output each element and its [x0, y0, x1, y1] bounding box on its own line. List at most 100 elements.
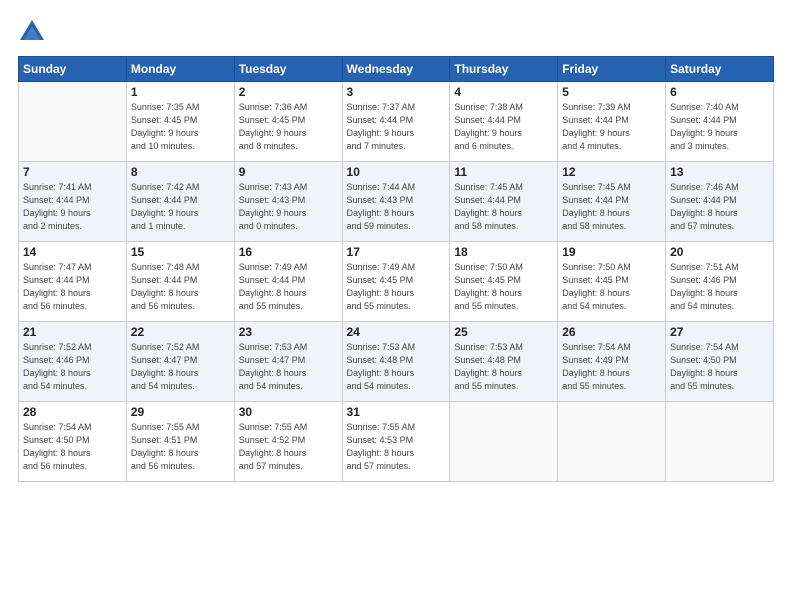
day-number: 19: [562, 245, 661, 259]
day-number: 1: [131, 85, 230, 99]
col-header-sunday: Sunday: [19, 57, 127, 82]
week-row-3: 14 Sunrise: 7:47 AMSunset: 4:44 PMDayligh…: [19, 242, 774, 322]
day-cell: 12 Sunrise: 7:45 AMSunset: 4:44 PMDayligh…: [558, 162, 666, 242]
calendar-header: SundayMondayTuesdayWednesdayThursdayFrid…: [19, 57, 774, 82]
day-number: 31: [347, 405, 446, 419]
calendar: SundayMondayTuesdayWednesdayThursdayFrid…: [18, 56, 774, 482]
day-number: 12: [562, 165, 661, 179]
day-cell: 24 Sunrise: 7:53 AMSunset: 4:48 PMDayligh…: [342, 322, 450, 402]
col-header-tuesday: Tuesday: [234, 57, 342, 82]
col-header-thursday: Thursday: [450, 57, 558, 82]
day-number: 17: [347, 245, 446, 259]
day-number: 5: [562, 85, 661, 99]
day-number: 22: [131, 325, 230, 339]
header-row: SundayMondayTuesdayWednesdayThursdayFrid…: [19, 57, 774, 82]
day-number: 13: [670, 165, 769, 179]
day-cell: 28 Sunrise: 7:54 AMSunset: 4:50 PMDayligh…: [19, 402, 127, 482]
col-header-monday: Monday: [126, 57, 234, 82]
day-info: Sunrise: 7:54 AMSunset: 4:50 PMDaylight:…: [670, 341, 769, 393]
day-info: Sunrise: 7:41 AMSunset: 4:44 PMDaylight:…: [23, 181, 122, 233]
day-cell: [450, 402, 558, 482]
day-cell: 4 Sunrise: 7:38 AMSunset: 4:44 PMDaylight…: [450, 82, 558, 162]
day-info: Sunrise: 7:54 AMSunset: 4:49 PMDaylight:…: [562, 341, 661, 393]
day-cell: 6 Sunrise: 7:40 AMSunset: 4:44 PMDaylight…: [666, 82, 774, 162]
day-number: 29: [131, 405, 230, 419]
col-header-friday: Friday: [558, 57, 666, 82]
header: [18, 18, 774, 46]
day-cell: 13 Sunrise: 7:46 AMSunset: 4:44 PMDayligh…: [666, 162, 774, 242]
day-number: 24: [347, 325, 446, 339]
day-cell: 11Sunrise: 7:45 AMSunset: 4:44 PMDayligh…: [450, 162, 558, 242]
col-header-saturday: Saturday: [666, 57, 774, 82]
day-info: Sunrise: 7:49 AMSunset: 4:45 PMDaylight:…: [347, 261, 446, 313]
day-cell: 23 Sunrise: 7:53 AMSunset: 4:47 PMDayligh…: [234, 322, 342, 402]
day-cell: [666, 402, 774, 482]
day-number: 14: [23, 245, 122, 259]
day-cell: [19, 82, 127, 162]
day-cell: 20 Sunrise: 7:51 AMSunset: 4:46 PMDayligh…: [666, 242, 774, 322]
day-cell: 25 Sunrise: 7:53 AMSunset: 4:48 PMDayligh…: [450, 322, 558, 402]
logo: [18, 18, 50, 46]
day-cell: 19 Sunrise: 7:50 AMSunset: 4:45 PMDayligh…: [558, 242, 666, 322]
day-info: Sunrise: 7:53 AMSunset: 4:48 PMDaylight:…: [454, 341, 553, 393]
day-info: Sunrise: 7:36 AMSunset: 4:45 PMDaylight:…: [239, 101, 338, 153]
calendar-body: 1 Sunrise: 7:35 AMSunset: 4:45 PMDaylight…: [19, 82, 774, 482]
day-info: Sunrise: 7:53 AMSunset: 4:48 PMDaylight:…: [347, 341, 446, 393]
day-number: 6: [670, 85, 769, 99]
week-row-1: 1 Sunrise: 7:35 AMSunset: 4:45 PMDaylight…: [19, 82, 774, 162]
day-info: Sunrise: 7:55 AMSunset: 4:52 PMDaylight:…: [239, 421, 338, 473]
day-cell: 7 Sunrise: 7:41 AMSunset: 4:44 PMDaylight…: [19, 162, 127, 242]
day-number: 30: [239, 405, 338, 419]
day-info: Sunrise: 7:43 AMSunset: 4:43 PMDaylight:…: [239, 181, 338, 233]
day-cell: 17 Sunrise: 7:49 AMSunset: 4:45 PMDayligh…: [342, 242, 450, 322]
day-info: Sunrise: 7:46 AMSunset: 4:44 PMDaylight:…: [670, 181, 769, 233]
day-info: Sunrise: 7:53 AMSunset: 4:47 PMDaylight:…: [239, 341, 338, 393]
day-cell: 3Sunrise: 7:37 AMSunset: 4:44 PMDaylight…: [342, 82, 450, 162]
day-cell: 10 Sunrise: 7:44 AMSunset: 4:43 PMDayligh…: [342, 162, 450, 242]
day-info: Sunrise: 7:39 AMSunset: 4:44 PMDaylight:…: [562, 101, 661, 153]
day-cell: 30 Sunrise: 7:55 AMSunset: 4:52 PMDayligh…: [234, 402, 342, 482]
day-number: 21: [23, 325, 122, 339]
day-cell: 27Sunrise: 7:54 AMSunset: 4:50 PMDayligh…: [666, 322, 774, 402]
day-info: Sunrise: 7:47 AMSunset: 4:44 PMDaylight:…: [23, 261, 122, 313]
day-number: 11: [454, 165, 553, 179]
day-cell: 9Sunrise: 7:43 AMSunset: 4:43 PMDaylight…: [234, 162, 342, 242]
day-cell: 29 Sunrise: 7:55 AMSunset: 4:51 PMDayligh…: [126, 402, 234, 482]
day-number: 25: [454, 325, 553, 339]
day-cell: 21Sunrise: 7:52 AMSunset: 4:46 PMDayligh…: [19, 322, 127, 402]
day-cell: 26Sunrise: 7:54 AMSunset: 4:49 PMDayligh…: [558, 322, 666, 402]
day-number: 7: [23, 165, 122, 179]
day-cell: 5 Sunrise: 7:39 AMSunset: 4:44 PMDaylight…: [558, 82, 666, 162]
day-info: Sunrise: 7:52 AMSunset: 4:47 PMDaylight:…: [131, 341, 230, 393]
day-info: Sunrise: 7:51 AMSunset: 4:46 PMDaylight:…: [670, 261, 769, 313]
day-cell: 2Sunrise: 7:36 AMSunset: 4:45 PMDaylight…: [234, 82, 342, 162]
day-info: Sunrise: 7:54 AMSunset: 4:50 PMDaylight:…: [23, 421, 122, 473]
day-info: Sunrise: 7:42 AMSunset: 4:44 PMDaylight:…: [131, 181, 230, 233]
day-info: Sunrise: 7:35 AMSunset: 4:45 PMDaylight:…: [131, 101, 230, 153]
day-info: Sunrise: 7:38 AMSunset: 4:44 PMDaylight:…: [454, 101, 553, 153]
col-header-wednesday: Wednesday: [342, 57, 450, 82]
day-number: 3: [347, 85, 446, 99]
day-cell: [558, 402, 666, 482]
day-number: 16: [239, 245, 338, 259]
day-number: 23: [239, 325, 338, 339]
day-info: Sunrise: 7:50 AMSunset: 4:45 PMDaylight:…: [562, 261, 661, 313]
week-row-4: 21Sunrise: 7:52 AMSunset: 4:46 PMDayligh…: [19, 322, 774, 402]
logo-icon: [18, 18, 46, 46]
day-cell: 15 Sunrise: 7:48 AMSunset: 4:44 PMDayligh…: [126, 242, 234, 322]
page: SundayMondayTuesdayWednesdayThursdayFrid…: [0, 0, 792, 612]
day-number: 15: [131, 245, 230, 259]
day-number: 4: [454, 85, 553, 99]
day-number: 18: [454, 245, 553, 259]
day-info: Sunrise: 7:45 AMSunset: 4:44 PMDaylight:…: [562, 181, 661, 233]
day-number: 20: [670, 245, 769, 259]
day-info: Sunrise: 7:55 AMSunset: 4:51 PMDaylight:…: [131, 421, 230, 473]
day-info: Sunrise: 7:44 AMSunset: 4:43 PMDaylight:…: [347, 181, 446, 233]
day-info: Sunrise: 7:48 AMSunset: 4:44 PMDaylight:…: [131, 261, 230, 313]
day-cell: 31 Sunrise: 7:55 AMSunset: 4:53 PMDayligh…: [342, 402, 450, 482]
day-info: Sunrise: 7:55 AMSunset: 4:53 PMDaylight:…: [347, 421, 446, 473]
day-number: 10: [347, 165, 446, 179]
day-info: Sunrise: 7:49 AMSunset: 4:44 PMDaylight:…: [239, 261, 338, 313]
day-number: 28: [23, 405, 122, 419]
day-info: Sunrise: 7:40 AMSunset: 4:44 PMDaylight:…: [670, 101, 769, 153]
